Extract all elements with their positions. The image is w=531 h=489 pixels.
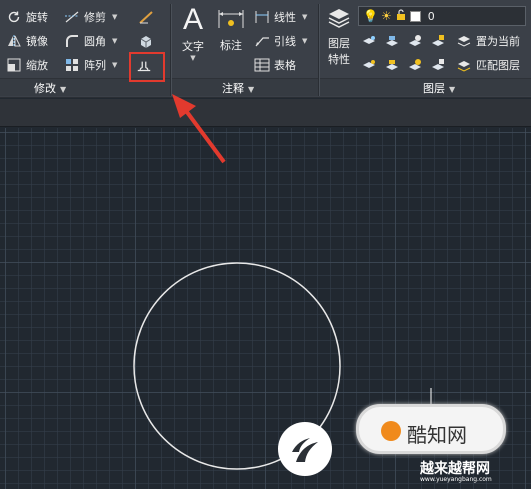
site-watermark-text: 越来越帮网 xyxy=(420,461,490,477)
brand-watermark: 酷知网 xyxy=(356,404,506,454)
red-arrow xyxy=(172,94,226,164)
brand-watermark-text: 酷知网 xyxy=(407,423,467,447)
site-watermark-url: www.yueyangbang.com xyxy=(420,476,492,483)
site-logo-icon xyxy=(278,422,332,476)
brand-logo-icon xyxy=(381,421,401,441)
